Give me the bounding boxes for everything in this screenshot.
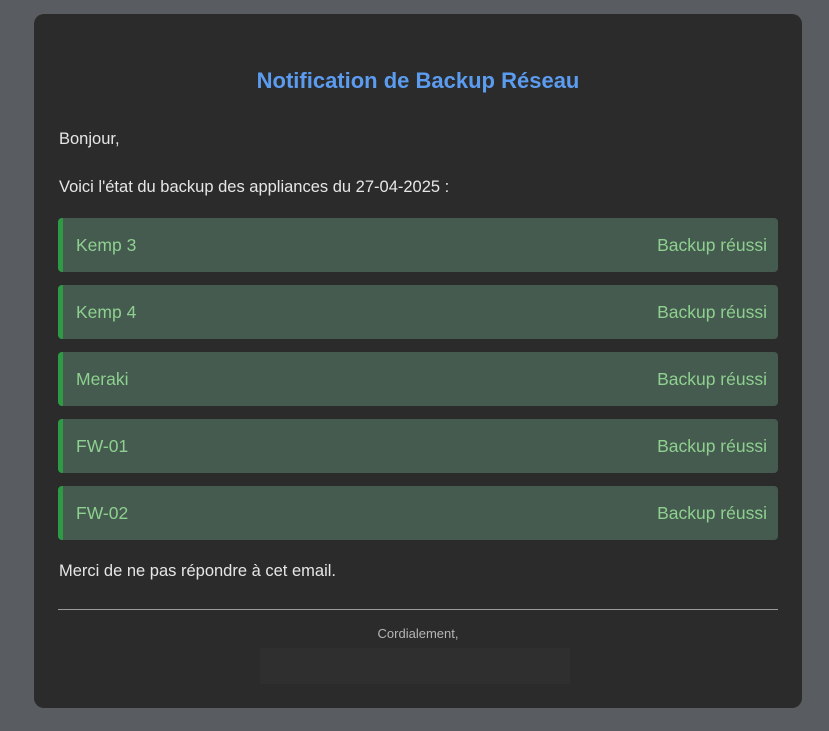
backup-status: Backup réussi — [657, 435, 767, 456]
status-item-fw-01: FW-01 Backup réussi — [58, 419, 778, 473]
status-item-kemp-4: Kemp 4 Backup réussi — [58, 285, 778, 339]
intro-text: Voici l'état du backup des appliances du… — [59, 178, 450, 196]
signoff-text: Cordialement, — [377, 626, 459, 641]
footer-divider — [58, 609, 778, 610]
backup-status: Backup réussi — [657, 301, 767, 322]
status-item-kemp-3: Kemp 3 Backup réussi — [58, 218, 778, 272]
appliance-name: Meraki — [76, 368, 129, 389]
appliance-name: Kemp 4 — [76, 301, 137, 322]
backup-status: Backup réussi — [657, 368, 767, 389]
backup-status-list: Kemp 3 Backup réussi Kemp 4 Backup réuss… — [58, 218, 778, 553]
backup-status: Backup réussi — [657, 234, 767, 255]
appliance-name: FW-02 — [76, 502, 129, 523]
email-title: Notification de Backup Réseau — [256, 68, 580, 93]
appliance-name: FW-01 — [76, 435, 129, 456]
email-card: Notification de Backup Réseau Bonjour, V… — [34, 14, 802, 708]
signature-block — [260, 648, 570, 684]
status-item-fw-02: FW-02 Backup réussi — [58, 486, 778, 540]
status-item-meraki: Meraki Backup réussi — [58, 352, 778, 406]
outro-text: Merci de ne pas répondre à cet email. — [59, 562, 336, 580]
backup-status: Backup réussi — [657, 502, 767, 523]
appliance-name: Kemp 3 — [76, 234, 137, 255]
greeting-text: Bonjour, — [59, 130, 120, 148]
